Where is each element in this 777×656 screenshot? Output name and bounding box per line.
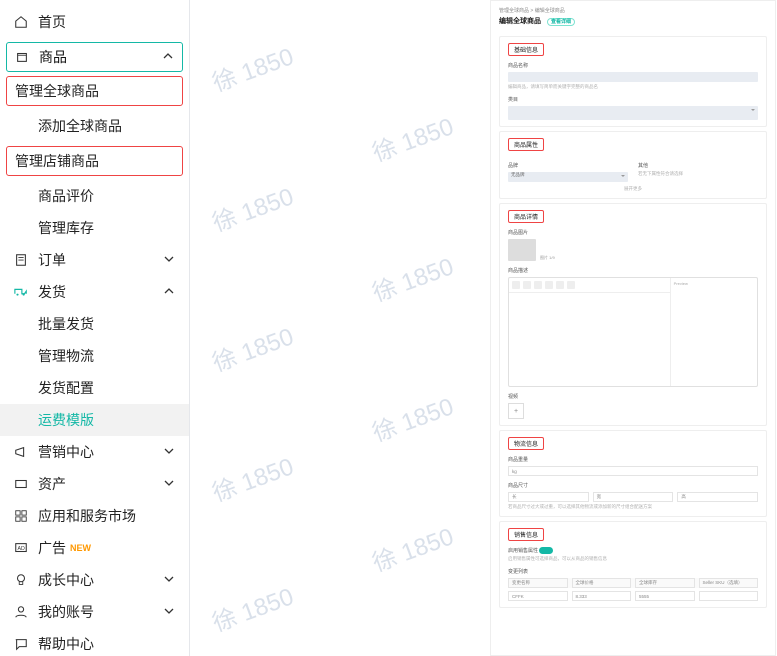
sidebar-sub-add-global[interactable]: 添加全球商品 (0, 110, 189, 142)
sidebar: 首页 商品 管理全球商品 添加全球商品 管理店铺商品 商品评价 管理库存 订单 … (0, 0, 190, 656)
sidebar-ads[interactable]: AD 广告 NEW (0, 532, 189, 564)
content-area: 徐 1850 徐 1850 徐 1850 徐 1850 徐 1850 徐 185… (190, 0, 777, 656)
megaphone-icon (14, 445, 30, 459)
chevron-down-icon (163, 604, 175, 620)
sidebar-ship-logistics[interactable]: 管理物流 (0, 340, 189, 372)
grid-icon (14, 509, 30, 523)
undo-icon[interactable] (567, 281, 575, 289)
expand-more-link[interactable]: 展开更多 (508, 186, 758, 192)
svg-text:AD: AD (18, 546, 26, 552)
add-video-button[interactable]: + (508, 403, 524, 419)
new-badge: NEW (70, 543, 91, 553)
sidebar-sub-manage-global[interactable]: 管理全球商品 (6, 76, 183, 106)
video-icon[interactable] (556, 281, 564, 289)
trophy-icon (14, 573, 30, 587)
chevron-up-icon (163, 284, 175, 300)
watermark: 徐 1850 (367, 247, 458, 309)
sidebar-market[interactable]: 应用和服务市场 (0, 500, 189, 532)
chevron-up-icon (162, 49, 174, 65)
height-input[interactable]: 高 (677, 492, 758, 502)
section-sales: 销售信息 启用销售属性 启用销售属性可选择商品，可以从商品的销售信息 变更列表 … (499, 521, 767, 608)
breadcrumb[interactable]: 管理全球商品 > 编辑全球商品 (491, 1, 775, 16)
sidebar-account[interactable]: 我的账号 (0, 596, 189, 628)
col-header: 全球价格 (572, 578, 632, 588)
ad-icon: AD (14, 541, 30, 555)
sidebar-help[interactable]: 帮助中心 (0, 628, 189, 656)
watermark: 徐 1850 (367, 517, 458, 579)
brand-select[interactable]: 无品牌 (508, 172, 628, 182)
section-detail-label: 商品详情 (508, 210, 544, 223)
help-icon (14, 637, 30, 651)
section-logistics: 物流信息 商品重量 kg 商品尺寸 长 宽 高 若商品尺寸过大或过重，可以选择其… (499, 430, 767, 517)
width-input[interactable]: 宽 (593, 492, 674, 502)
category-select[interactable] (508, 106, 758, 120)
sidebar-growth[interactable]: 成长中心 (0, 564, 189, 596)
weight-input[interactable]: kg (508, 466, 758, 476)
editor-preview-pane: Preview (670, 278, 757, 386)
section-attrs-label: 商品属性 (508, 138, 544, 151)
sidebar-ship-batch[interactable]: 批量发货 (0, 308, 189, 340)
image-icon[interactable] (545, 281, 553, 289)
watermark: 徐 1850 (207, 177, 298, 239)
sidebar-product-label: 商品 (39, 47, 67, 67)
watermark: 徐 1850 (367, 107, 458, 169)
bold-icon[interactable] (512, 281, 520, 289)
truck-icon (14, 285, 30, 299)
watermark: 徐 1850 (367, 387, 458, 449)
sales-toggle[interactable] (539, 547, 553, 554)
description-editor[interactable]: Preview (508, 277, 758, 387)
chevron-down-icon (163, 252, 175, 268)
field-label: 类目 (508, 96, 758, 103)
chevron-down-icon (163, 444, 175, 460)
sidebar-ship-config[interactable]: 发货配置 (0, 372, 189, 404)
watermark: 徐 1850 (207, 317, 298, 379)
sidebar-asset[interactable]: 资产 (0, 468, 189, 500)
edit-panel: 管理全球商品 > 编辑全球商品 编辑全球商品 查看详细 基础信息 商品名称 编辑… (490, 0, 776, 656)
section-detail: 商品详情 商品图片 图片 1/9 商品描述 Pr (499, 203, 767, 426)
sidebar-home[interactable]: 首页 (0, 6, 189, 38)
orders-icon (14, 253, 30, 267)
view-detail-badge[interactable]: 查看详细 (547, 18, 575, 26)
variant-sku-input[interactable] (699, 591, 759, 601)
italic-icon[interactable] (523, 281, 531, 289)
page-title: 编辑全球商品 查看详细 (491, 16, 775, 32)
watermark: 徐 1850 (207, 37, 298, 99)
col-header: 变更名称 (508, 578, 568, 588)
sidebar-sub-manage-shop[interactable]: 管理店铺商品 (6, 146, 183, 176)
variant-name-input[interactable]: CFFK (508, 591, 568, 601)
section-basic-label: 基础信息 (508, 43, 544, 56)
product-thumb[interactable] (508, 239, 536, 261)
section-logistics-label: 物流信息 (508, 437, 544, 450)
field-label: 商品名称 (508, 62, 758, 69)
sidebar-product[interactable]: 商品 (6, 42, 183, 72)
section-sales-label: 销售信息 (508, 528, 544, 541)
home-icon (14, 15, 30, 29)
sidebar-marketing[interactable]: 营销中心 (0, 436, 189, 468)
col-header: Seller SKU（选填） (699, 578, 759, 588)
watermark: 徐 1850 (207, 447, 298, 509)
chevron-down-icon (163, 572, 175, 588)
sidebar-sub-stock[interactable]: 管理库存 (0, 212, 189, 244)
product-name-input[interactable] (508, 72, 758, 82)
user-icon (14, 605, 30, 619)
chevron-down-icon (163, 476, 175, 492)
sidebar-ship-tpl[interactable]: 运费模版 (0, 404, 189, 436)
watermark: 徐 1850 (207, 577, 298, 639)
col-header: 全球库存 (635, 578, 695, 588)
variant-price-input[interactable]: 8.333 (572, 591, 632, 601)
wallet-icon (14, 477, 30, 491)
variant-stock-input[interactable]: 5555 (635, 591, 695, 601)
list-icon[interactable] (534, 281, 542, 289)
length-input[interactable]: 长 (508, 492, 589, 502)
sidebar-home-label: 首页 (38, 12, 66, 32)
sidebar-sub-reviews[interactable]: 商品评价 (0, 180, 189, 212)
field-hint: 编辑商品，请填写简单而关键字完整的商品名 (508, 84, 758, 90)
section-basic: 基础信息 商品名称 编辑商品，请填写简单而关键字完整的商品名 类目 (499, 36, 767, 127)
product-icon (15, 50, 31, 64)
sidebar-ship[interactable]: 发货 (0, 276, 189, 308)
editor-toolbar (509, 278, 670, 293)
sidebar-orders[interactable]: 订单 (0, 244, 189, 276)
section-attrs: 商品属性 品牌 无品牌 其他 若无下属性符合请选择 展开更多 (499, 131, 767, 199)
